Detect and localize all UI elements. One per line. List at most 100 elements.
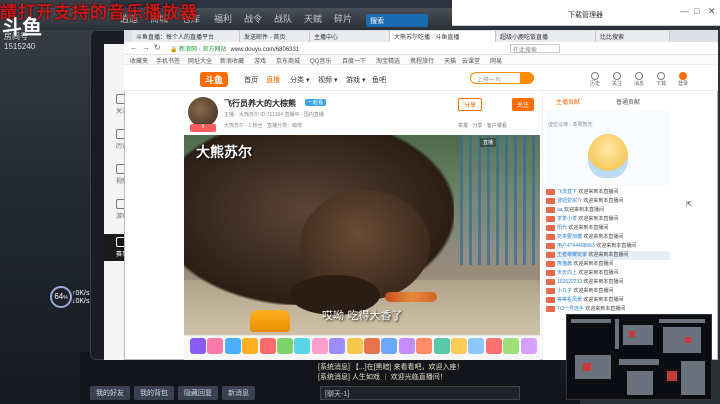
browser-tab[interactable]: 主播中心 <box>310 31 390 42</box>
tab-host-contribution[interactable]: 主播贡献 <box>556 97 580 106</box>
chat-username[interactable]: TO一号选手 <box>557 306 584 312</box>
chat-username[interactable]: 波妞爱宗介 <box>557 198 582 204</box>
game-chat-input[interactable]: [聊天-1] <box>320 386 520 400</box>
gift-icon[interactable] <box>451 338 467 354</box>
chat-username[interactable]: 天天向上 <box>557 270 577 276</box>
bookmark-item[interactable]: 百度一下 <box>342 56 366 65</box>
back-icon[interactable]: ← <box>130 43 138 52</box>
gift-icon[interactable] <box>520 338 537 354</box>
bookmark-item[interactable]: 京东商城 <box>276 56 300 65</box>
bookmark-item[interactable]: 携程旅行 <box>410 56 434 65</box>
backpack-button[interactable]: 我的背包 <box>134 386 174 400</box>
gift-icon[interactable] <box>277 338 293 354</box>
gift-icon[interactable] <box>346 338 363 354</box>
nav-category[interactable]: 分类 ▾ <box>290 75 309 85</box>
tab-normal-contribution[interactable]: 普通贡献 <box>616 97 640 106</box>
browser-tab-active[interactable]: 大熊苏尔吃播 · 斗鱼直播 <box>390 31 496 42</box>
bookmark-item[interactable]: 云课堂 <box>462 56 480 65</box>
bookmark-item[interactable]: 新浪收藏 <box>220 56 244 65</box>
gift-icon[interactable] <box>259 338 276 354</box>
nav-fishbar[interactable]: 鱼吧 <box>372 75 386 85</box>
chat-username[interactable]: aa <box>557 207 563 213</box>
bookmark-item[interactable]: 手机书签 <box>156 56 180 65</box>
nav-game[interactable]: 游戏 ▾ <box>346 75 365 85</box>
bookmark-item[interactable]: 游戏 <box>254 56 266 65</box>
chat-username[interactable]: 用户4744498663 <box>557 243 595 249</box>
chat-username[interactable]: 王者荣耀玩家 <box>557 252 587 258</box>
gift-icon[interactable] <box>364 338 380 354</box>
game-tab[interactable]: 战令 <box>244 12 262 25</box>
minimize-button[interactable]: — <box>680 6 689 16</box>
download-manager-title: 下载管理器 <box>568 12 603 19</box>
friends-button[interactable]: 我的好友 <box>90 386 130 400</box>
chat-text: 欢迎来到本直播间 <box>573 261 614 267</box>
gift-icon[interactable] <box>329 338 346 354</box>
streamer-avatar[interactable] <box>188 97 218 127</box>
bookmark-item[interactable]: 网易 <box>490 56 502 65</box>
gift-icon[interactable] <box>311 338 328 354</box>
hide-reply-button[interactable]: 隐藏回复 <box>178 386 218 400</box>
maximize-button[interactable]: □ <box>694 6 699 16</box>
url-input[interactable]: 🔒 新浪网 · 官方网站 www.douyu.com/6806331 <box>170 44 370 53</box>
download-button[interactable]: 下载 <box>650 72 672 87</box>
douyu-site-logo[interactable]: 斗鱼 <box>200 72 229 87</box>
gift-icon[interactable] <box>433 338 450 354</box>
game-minimap[interactable] <box>566 314 712 400</box>
refresh-icon[interactable]: ↻ <box>154 43 161 52</box>
game-tab[interactable]: 福利 <box>214 12 232 25</box>
bookmark-item[interactable]: 收藏夹 <box>130 56 148 65</box>
bookmark-item[interactable]: QQ音乐 <box>310 56 331 65</box>
gift-icon[interactable] <box>416 338 433 354</box>
chat-username[interactable]: 茶茶小茶 <box>557 216 577 222</box>
browser-tab[interactable]: 斗鱼直播：每个人的直播平台 <box>132 31 240 42</box>
gift-icon[interactable] <box>190 338 206 354</box>
browser-search-input[interactable]: 在此搜索 <box>510 44 560 54</box>
message-button[interactable]: 消息 <box>628 72 650 87</box>
share-button[interactable]: 分享 <box>458 98 483 111</box>
game-tab[interactable]: 碎片 <box>334 12 352 25</box>
browser-tab[interactable]: 比比搜索 <box>596 31 670 42</box>
gift-icon[interactable] <box>242 338 259 354</box>
bookmark-item[interactable]: 网址大全 <box>188 56 212 65</box>
chat-username[interactable]: 小丸子 <box>557 288 572 294</box>
chat-username[interactable]: 奶茶要加糖 <box>557 234 582 240</box>
gift-icon[interactable] <box>294 338 311 354</box>
gift-icon[interactable] <box>207 338 224 354</box>
bookmark-item[interactable]: 天猫 <box>444 56 456 65</box>
nav-video[interactable]: 视频 ▾ <box>318 75 337 85</box>
browser-tab[interactable]: 超级小鹿吃饭直播 <box>496 31 596 42</box>
gift-icon[interactable] <box>485 338 502 354</box>
stream-tag[interactable]: 一起看 <box>305 99 327 106</box>
login-button[interactable]: 登录 <box>672 72 694 87</box>
close-button[interactable]: ✕ <box>708 6 716 17</box>
browser-tab[interactable]: 发送邮件 - 首页 <box>240 31 310 42</box>
game-tab[interactable]: 天赋 <box>304 12 322 25</box>
nav-live[interactable]: 直播 <box>266 75 280 85</box>
game-tab[interactable]: 战队 <box>274 12 292 25</box>
cursor-icon: ⇱ <box>686 200 693 209</box>
search-icon[interactable] <box>520 72 534 84</box>
gift-icon[interactable] <box>398 338 415 354</box>
report-links[interactable]: 举报 · 分享 · 客户端看 <box>458 122 507 129</box>
game-search-button[interactable]: 搜索 <box>366 14 428 27</box>
forward-icon[interactable]: → <box>142 43 150 52</box>
follow-button[interactable]: 关注 <box>512 98 535 111</box>
gift-icon[interactable] <box>468 338 485 354</box>
chat-username[interactable]: 熊猫酱 <box>557 261 572 267</box>
follow-list-button[interactable]: 关注 <box>606 72 628 87</box>
rank-empty-text: 虚位以待 · 本周暂无 <box>548 122 593 128</box>
new-message-button[interactable]: 新消息 <box>222 386 255 400</box>
gift-icon[interactable] <box>224 338 241 354</box>
chat-text: 欢迎来到本直播间 <box>573 288 614 294</box>
minimap-wall <box>659 319 705 323</box>
bookmark-item[interactable]: 淘宝精选 <box>376 56 400 65</box>
nav-home[interactable]: 首页 <box>244 75 258 85</box>
user-level-badge <box>546 305 555 312</box>
gift-icon[interactable] <box>381 338 398 354</box>
history-button[interactable]: 历史 <box>584 72 606 87</box>
chat-username[interactable]: 飞流直下 <box>557 189 577 195</box>
chat-username[interactable]: 等等看风景 <box>557 297 582 303</box>
chat-username[interactable]: 102622232 <box>557 279 582 285</box>
gift-icon[interactable] <box>503 338 520 354</box>
chat-username[interactable]: 阳光 <box>557 225 567 231</box>
